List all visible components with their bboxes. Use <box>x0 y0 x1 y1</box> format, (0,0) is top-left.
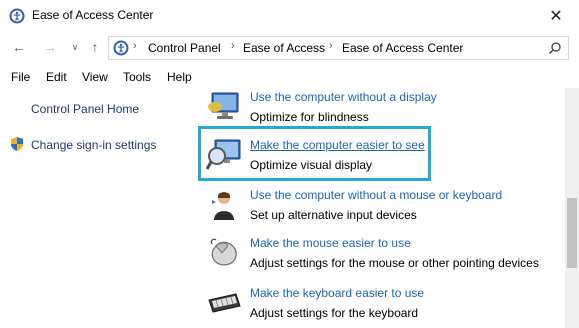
make-easier-to-see-description: Optimize visual display <box>250 158 373 172</box>
use-without-display-link[interactable]: Use the computer without a display <box>250 90 437 104</box>
control-panel-home-link[interactable]: Control Panel Home <box>31 102 139 116</box>
menu-bar: File Edit View Tools Help <box>0 64 579 88</box>
breadcrumb-ease-of-access[interactable]: Ease of Access <box>243 41 325 55</box>
forward-button[interactable]: → <box>41 38 59 56</box>
shield-icon <box>11 137 23 151</box>
person-speaking-icon <box>212 192 234 220</box>
back-arrow-icon: ← <box>12 39 26 55</box>
list-item: Make the computer easier to see Optimize… <box>200 138 560 174</box>
forward-arrow-icon: → <box>43 39 57 55</box>
list-item: Use the computer without a mouse or keyb… <box>200 188 560 224</box>
recent-locations-button[interactable]: ∨ <box>66 38 84 56</box>
menu-help[interactable]: Help <box>167 70 192 84</box>
menu-edit[interactable]: Edit <box>46 70 67 84</box>
make-mouse-easier-link[interactable]: Make the mouse easier to use <box>250 236 411 250</box>
change-sign-in-settings-link[interactable]: Change sign-in settings <box>31 138 156 152</box>
mouse-icon <box>210 238 237 266</box>
make-keyboard-easier-link[interactable]: Make the keyboard easier to use <box>250 286 424 300</box>
close-button[interactable]: ✕ <box>533 0 579 32</box>
breadcrumb-separator: › <box>329 40 333 52</box>
use-without-mouse-keyboard-link[interactable]: Use the computer without a mouse or keyb… <box>250 188 502 202</box>
address-bar[interactable]: › Control Panel › Ease of Access › Ease … <box>108 36 569 60</box>
back-button[interactable]: ← <box>10 38 28 56</box>
keyboard-icon <box>208 293 241 313</box>
use-without-mouse-keyboard-description: Set up alternative input devices <box>250 208 417 222</box>
scrollbar-thumb[interactable] <box>567 198 577 268</box>
make-easier-to-see-link[interactable]: Make the computer easier to see <box>250 138 425 152</box>
list-item: Make the mouse easier to use Adjust sett… <box>200 236 560 272</box>
vertical-scrollbar[interactable] <box>565 88 579 328</box>
menu-file[interactable]: File <box>11 70 30 84</box>
content-area: Control Panel Home Change sign-in settin… <box>0 88 579 328</box>
breadcrumb-separator: › <box>231 40 235 52</box>
breadcrumb-separator: › <box>133 40 137 52</box>
sidebar: Control Panel Home Change sign-in settin… <box>0 88 190 328</box>
list-item: Make the keyboard easier to use Adjust s… <box>200 286 560 322</box>
make-mouse-easier-description: Adjust settings for the mouse or other p… <box>250 256 539 270</box>
title-bar: Ease of Access Center ✕ <box>0 0 579 32</box>
navigation-bar: ← → ∨ ↑ › Control Panel › Ease of Access… <box>0 32 579 64</box>
close-icon: ✕ <box>549 8 563 25</box>
search-icon[interactable] <box>548 41 562 55</box>
ease-of-access-icon <box>113 40 129 56</box>
make-keyboard-easier-description: Adjust settings for the keyboard <box>250 306 419 320</box>
menu-tools[interactable]: Tools <box>123 70 151 84</box>
up-button[interactable]: ↑ <box>86 38 104 56</box>
monitor-icon <box>208 92 239 119</box>
breadcrumb-ease-of-access-center[interactable]: Ease of Access Center <box>342 41 463 55</box>
breadcrumb-control-panel[interactable]: Control Panel <box>148 41 221 55</box>
ease-of-access-icon <box>9 8 25 24</box>
chevron-down-icon: ∨ <box>71 41 79 52</box>
magnifier-monitor-icon <box>206 139 241 170</box>
use-without-display-description: Optimize for blindness <box>250 110 369 124</box>
up-arrow-icon: ↑ <box>91 39 99 55</box>
list-item: Use the computer without a display Optim… <box>200 90 560 126</box>
menu-view[interactable]: View <box>82 70 108 84</box>
window-title: Ease of Access Center <box>32 8 154 22</box>
